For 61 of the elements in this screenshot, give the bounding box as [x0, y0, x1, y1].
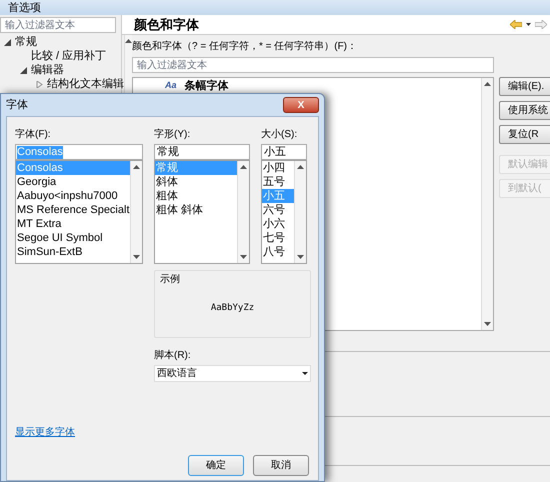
field-label: 字形(Y):	[154, 128, 192, 142]
font-size-field[interactable]: 小五	[261, 144, 307, 160]
scroll-up-icon	[297, 165, 304, 169]
scroll-up-icon	[125, 39, 132, 43]
list-option[interactable]: MT Extra	[16, 217, 130, 231]
page-title: 颜色和字体	[134, 16, 199, 34]
scrollbar[interactable]	[130, 161, 142, 263]
list-option[interactable]: SimSun-ExtB	[16, 245, 130, 259]
list-option[interactable]: 七号	[262, 231, 294, 245]
scroll-down-icon	[484, 322, 491, 326]
sample-text: AaBbYyZz	[210, 302, 254, 315]
scroll-up-icon	[240, 165, 247, 169]
scroll-down-icon	[297, 255, 304, 259]
list-option[interactable]: 小四	[262, 161, 294, 175]
side-button[interactable]: 使用系统	[499, 101, 550, 120]
dialog-button[interactable]: 取消	[253, 455, 309, 476]
font-icon: Aa	[165, 79, 177, 93]
list-option[interactable]: 八号	[262, 245, 294, 259]
list-option[interactable]: 小六	[262, 217, 294, 231]
list-option[interactable]: 斜体	[155, 175, 237, 189]
group-label: 示例	[160, 273, 181, 287]
list-item[interactable]: 条幅字体	[184, 78, 229, 94]
list-option[interactable]: Aabuyo<inpshu7000	[16, 189, 130, 203]
dialog-button[interactable]: 确定	[188, 455, 244, 476]
list-option[interactable]: MS Reference Specialt	[16, 203, 130, 217]
filter-label: 颜色和字体（? = 任何字符，* = 任何字符串）(F)：	[132, 40, 358, 54]
list-option[interactable]: 粗体 斜体	[155, 203, 237, 217]
scrollbar[interactable]	[237, 161, 249, 263]
scrollbar[interactable]	[294, 161, 306, 263]
more-fonts-link[interactable]: 显示更多字体	[15, 425, 75, 440]
filter-field[interactable]: 输入过滤器文本	[132, 57, 494, 73]
field-label: 字体(F):	[15, 128, 52, 142]
side-button[interactable]: 复位(R	[499, 125, 550, 144]
tree-item[interactable]: 常规	[15, 34, 37, 50]
tree-item[interactable]: 编辑器	[31, 62, 64, 78]
collapsed-caret-icon[interactable]	[36, 80, 43, 88]
field-label: 大小(S):	[261, 128, 298, 142]
window-title: 首选项	[8, 2, 41, 15]
field-label: 脚本(R):	[154, 348, 192, 363]
font-style-field[interactable]: 常规	[154, 144, 250, 160]
side-button[interactable]: 编辑(E).	[499, 77, 550, 96]
scroll-down-icon	[240, 255, 247, 259]
list-option[interactable]: 六号	[262, 203, 294, 217]
list-option[interactable]: 五号	[262, 175, 294, 189]
tree-item[interactable]: 比较 / 应用补丁	[31, 48, 106, 64]
dropdown-caret-icon[interactable]	[526, 23, 531, 26]
scroll-up-icon	[484, 82, 491, 86]
back-arrow-icon[interactable]	[510, 20, 522, 29]
scroll-down-icon	[133, 255, 140, 259]
expanded-caret-icon[interactable]	[4, 38, 11, 46]
dropdown-caret-icon	[302, 372, 308, 375]
tree-item[interactable]: 结构化文本编辑	[47, 76, 124, 92]
list-option[interactable]: Segoe UI Symbol	[16, 231, 130, 245]
scrollbar[interactable]	[481, 78, 493, 330]
list-option[interactable]: Georgia	[16, 175, 130, 189]
scroll-up-icon	[133, 165, 140, 169]
filter-field[interactable]: 输入过滤器文本	[0, 17, 116, 33]
script-dropdown[interactable]: 西欧语言	[154, 365, 311, 382]
dialog-title: 字体	[6, 98, 28, 113]
list-option[interactable]: 粗体	[155, 189, 237, 203]
expanded-caret-icon[interactable]	[20, 66, 27, 74]
